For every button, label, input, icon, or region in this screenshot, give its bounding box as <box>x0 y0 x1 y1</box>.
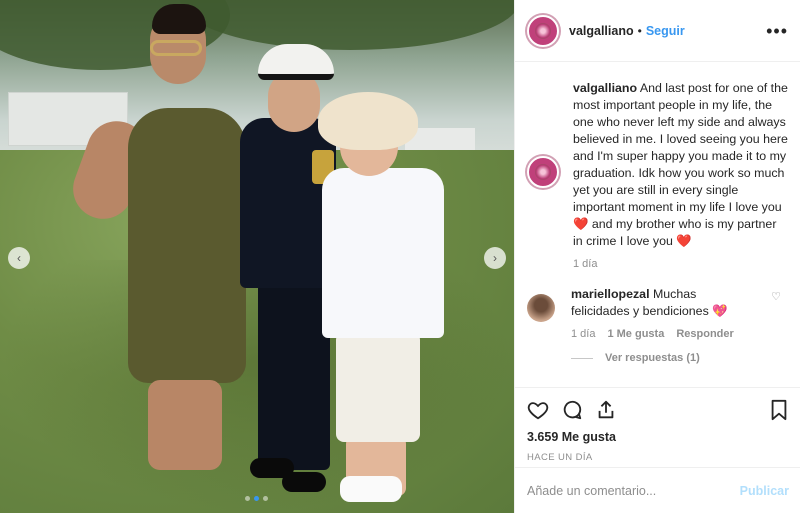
carousel-dot <box>263 496 268 501</box>
comment-text: mariellopezal Muchas felicidades y bendi… <box>571 286 751 322</box>
reply-button[interactable]: Responder <box>676 328 733 340</box>
caption-time[interactable]: 1 día <box>573 258 789 270</box>
carousel-indicator <box>245 496 268 501</box>
carousel-prev-button[interactable]: ‹ <box>8 247 30 269</box>
likes-count[interactable]: 3.659 Me gusta <box>527 430 789 444</box>
comment-icon[interactable] <box>561 399 583 421</box>
sunglasses <box>150 40 202 56</box>
chevron-left-icon: ‹ <box>17 251 21 265</box>
heart-outline-icon[interactable] <box>527 399 549 421</box>
caption-entry: valgalliano And last post for one of the… <box>527 80 789 270</box>
post-timestamp: HACE UN DÍA <box>527 452 593 463</box>
heart-emoji: ❤️ <box>676 234 692 248</box>
publish-button[interactable]: Publicar <box>740 484 789 498</box>
person-woman-dress <box>128 108 246 383</box>
comment-item: mariellopezal Muchas felicidades y bendi… <box>527 286 789 322</box>
person-boy-sneaker <box>340 476 402 502</box>
caption-text: valgalliano And last post for one of the… <box>573 80 789 250</box>
bookmark-icon[interactable] <box>769 399 789 421</box>
replies-divider-line <box>571 357 593 359</box>
carousel-dot-active <box>254 496 259 501</box>
officer-shoe <box>282 472 326 492</box>
more-options-icon[interactable]: ••• <box>766 22 788 40</box>
separator-dot: • <box>637 23 642 38</box>
instagram-post-view: ‹ › valgalliano • Seguir ••• valgalliano <box>0 0 800 513</box>
author-username[interactable]: valgalliano <box>569 24 634 38</box>
comments-list[interactable]: valgalliano And last post for one of the… <box>515 62 800 387</box>
person-woman-legs <box>148 380 222 470</box>
add-comment-bar: Añade un comentario... Publicar <box>515 467 800 513</box>
comment-meta: 1 día 1 Me gusta Responder <box>571 328 789 340</box>
heart-emoji: ❤️ <box>573 217 589 231</box>
comment-like-icon[interactable]: ♡ <box>771 290 781 303</box>
add-comment-input[interactable]: Añade un comentario... <box>527 484 656 498</box>
commenter-username[interactable]: mariellopezal <box>571 287 650 301</box>
caption-body: valgalliano And last post for one of the… <box>559 80 789 270</box>
carousel-dot <box>245 496 250 501</box>
post-side-panel: valgalliano • Seguir ••• valgalliano And… <box>514 0 800 513</box>
commenter-avatar[interactable] <box>527 294 555 322</box>
view-replies-button[interactable]: Ver respuestas (1) <box>571 352 789 364</box>
person-officer-legs <box>258 280 330 470</box>
officer-cap <box>258 44 334 80</box>
caption-username[interactable]: valgalliano <box>573 81 637 95</box>
comment-likes[interactable]: 1 Me gusta <box>607 328 664 340</box>
person-woman-hair <box>152 4 206 34</box>
caption-avatar[interactable] <box>527 156 559 188</box>
flower-avatar-image <box>535 164 551 180</box>
post-actions: 3.659 Me gusta HACE UN DÍA <box>515 387 800 467</box>
person-boy-shorts <box>336 332 420 442</box>
person-boy-hat <box>318 92 418 150</box>
share-icon[interactable] <box>595 399 617 421</box>
flower-avatar-image <box>535 22 551 39</box>
carousel-next-button[interactable]: › <box>484 247 506 269</box>
sparkling-heart-emoji: 💖 <box>712 304 728 318</box>
action-icons-row <box>527 396 789 424</box>
caption-part-1: And last post for one of the most import… <box>573 81 788 214</box>
post-photo[interactable]: ‹ › <box>0 0 514 513</box>
comment-time[interactable]: 1 día <box>571 328 595 340</box>
chevron-right-icon: › <box>493 251 497 265</box>
caption-part-2: and my brother who is my partner in crim… <box>573 217 777 248</box>
author-avatar[interactable] <box>527 14 559 47</box>
follow-button[interactable]: Seguir <box>646 24 685 38</box>
person-boy-shirt <box>322 168 444 338</box>
post-header: valgalliano • Seguir ••• <box>515 0 800 62</box>
view-replies-label: Ver respuestas (1) <box>605 352 700 364</box>
